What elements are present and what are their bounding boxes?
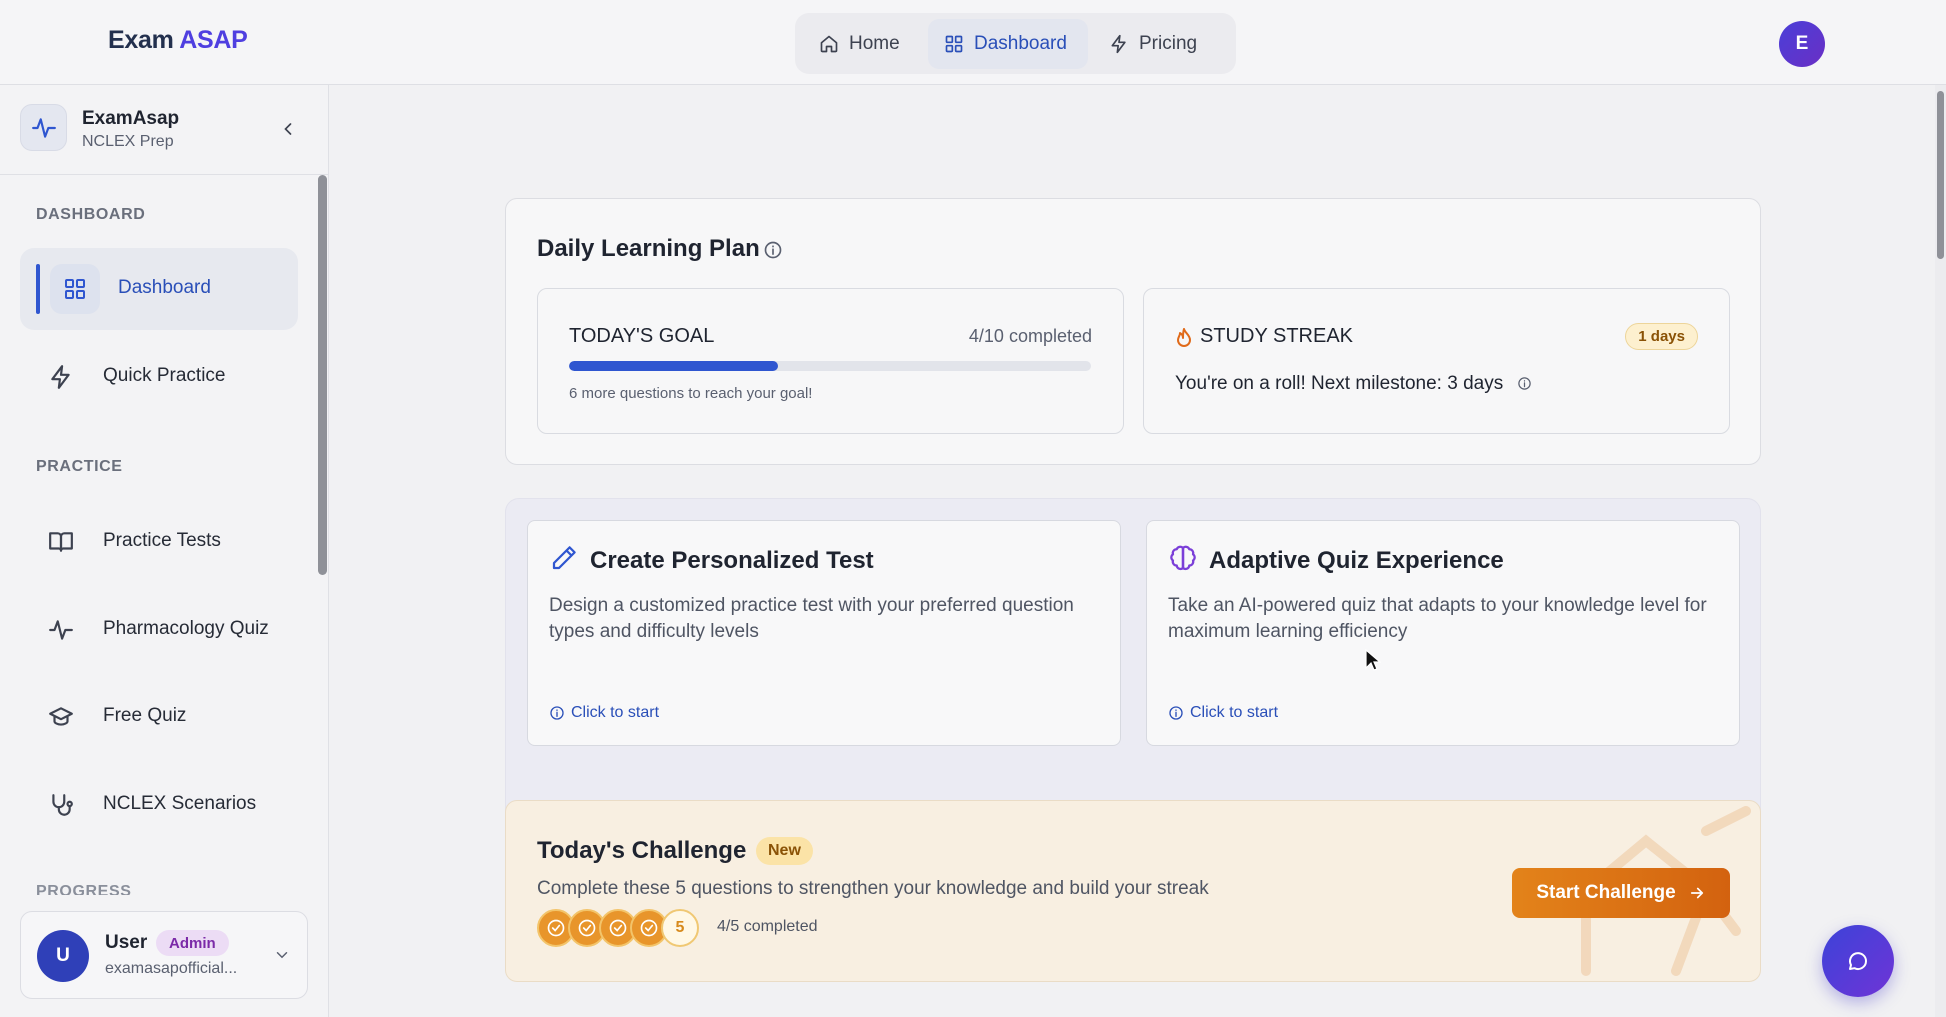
arrow-right-icon: [1688, 884, 1706, 902]
new-badge: New: [756, 837, 813, 865]
sidebar-header: ExamAsap NCLEX Prep: [0, 85, 328, 175]
start-challenge-button[interactable]: Start Challenge: [1512, 868, 1730, 918]
nav-home-label: Home: [849, 33, 900, 54]
challenge-title: Today's Challenge: [537, 837, 747, 864]
page-scrollbar[interactable]: [1935, 85, 1946, 1017]
nav-pricing-label: Pricing: [1139, 33, 1198, 54]
book-icon: [48, 529, 74, 555]
streak-message: You're on a roll! Next milestone: 3 days: [1175, 373, 1504, 394]
chat-bubble-icon: [1846, 949, 1870, 973]
home-icon: [819, 34, 839, 54]
nav-pricing[interactable]: Pricing: [1093, 19, 1228, 69]
pulse-icon: [48, 617, 74, 643]
feature-description: Design a customized practice test with y…: [549, 595, 1074, 642]
study-streak-card: STUDY STREAK 1 days You're on a roll! Ne…: [1143, 288, 1730, 434]
section-progress: PROGRESS: [36, 883, 132, 895]
feature-description: Take an AI-powered quiz that adapts to y…: [1168, 595, 1707, 642]
chevron-down-icon[interactable]: [273, 946, 291, 964]
top-navbar: Exam ASAP Home Dashboard Pricing E: [0, 0, 1946, 85]
sidebar-item-quick-practice[interactable]: Quick Practice: [20, 336, 298, 418]
section-practice: PRACTICE: [36, 458, 123, 475]
grid-icon: [50, 264, 100, 314]
button-label: Start Challenge: [1536, 882, 1676, 903]
brand-part-2: ASAP: [179, 26, 248, 54]
sidebar-item-free-quiz[interactable]: Free Quiz: [20, 676, 298, 758]
brain-icon: [1168, 543, 1198, 573]
grid-icon: [944, 34, 964, 54]
main-content: Daily Learning Plan TODAY'S GOAL 4/10 co…: [330, 85, 1935, 1017]
nav-home[interactable]: Home: [803, 19, 923, 69]
user-email: examasapofficial...: [105, 960, 238, 977]
user-name: User: [105, 932, 148, 953]
goal-progress-bar: [569, 361, 1091, 371]
info-icon[interactable]: [763, 240, 783, 260]
collapse-sidebar-button[interactable]: [278, 119, 298, 139]
profile-avatar[interactable]: E: [1779, 21, 1825, 67]
info-icon[interactable]: [1517, 376, 1532, 391]
info-icon: [549, 705, 565, 721]
lightning-icon: [1109, 34, 1129, 54]
lightning-icon: [48, 364, 74, 390]
challenge-count: 4/5 completed: [717, 918, 818, 935]
nav-dashboard[interactable]: Dashboard: [928, 19, 1088, 69]
sidebar-item-label: Pharmacology Quiz: [103, 618, 269, 639]
graduation-cap-icon: [48, 704, 74, 730]
pencil-icon: [549, 543, 579, 573]
link-label: Click to start: [571, 704, 660, 721]
daily-learning-plan: Daily Learning Plan TODAY'S GOAL 4/10 co…: [505, 198, 1761, 465]
sidebar-item-nclex-scenarios[interactable]: NCLEX Scenarios: [20, 764, 298, 846]
role-badge: Admin: [156, 930, 229, 956]
click-to-start-link[interactable]: Click to start: [1168, 704, 1278, 722]
stethoscope-icon: [48, 792, 74, 818]
flame-icon: [1175, 327, 1193, 349]
brand-logo[interactable]: Exam ASAP: [108, 26, 248, 55]
user-menu[interactable]: U User Admin examasapofficial...: [20, 911, 308, 999]
app-subtitle: NCLEX Prep: [82, 133, 174, 150]
pending-question: 5: [661, 909, 699, 947]
chat-button[interactable]: [1822, 925, 1894, 997]
sidebar-item-label: Practice Tests: [103, 530, 221, 551]
sidebar-item-dashboard[interactable]: Dashboard: [20, 248, 298, 330]
sidebar-item-label: NCLEX Scenarios: [103, 793, 257, 814]
goal-title: TODAY'S GOAL: [569, 325, 715, 347]
todays-challenge: Today's Challenge New Complete these 5 q…: [505, 800, 1761, 982]
sidebar-item-label: Dashboard: [118, 277, 211, 298]
goal-progress-fill: [569, 361, 778, 371]
challenge-description: Complete these 5 questions to strengthen…: [537, 878, 1209, 899]
mouse-cursor-icon: [1365, 649, 1381, 671]
sidebar-scrollbar[interactable]: [318, 175, 327, 575]
create-personalized-test-card[interactable]: Create Personalized Test Design a custom…: [527, 520, 1121, 746]
feature-title: Adaptive Quiz Experience: [1209, 547, 1504, 574]
adaptive-quiz-card[interactable]: Adaptive Quiz Experience Take an AI-powe…: [1146, 520, 1740, 746]
info-icon: [1168, 705, 1184, 721]
goal-hint: 6 more questions to reach your goal!: [569, 385, 813, 402]
sidebar-item-label: Free Quiz: [103, 705, 187, 726]
todays-goal-card: TODAY'S GOAL 4/10 completed 6 more quest…: [537, 288, 1124, 434]
click-to-start-link[interactable]: Click to start: [549, 704, 659, 722]
sidebar-item-label: Quick Practice: [103, 365, 226, 386]
goal-count: 4/10 completed: [968, 326, 1092, 346]
feature-title: Create Personalized Test: [590, 547, 874, 574]
pulse-icon: [31, 115, 57, 141]
active-indicator: [36, 264, 40, 314]
streak-title: STUDY STREAK: [1200, 325, 1353, 347]
scroll-thumb[interactable]: [1937, 91, 1944, 259]
sidebar-item-pharmacology-quiz[interactable]: Pharmacology Quiz: [20, 589, 298, 671]
section-dashboard: DASHBOARD: [36, 206, 146, 223]
sidebar-item-practice-tests[interactable]: Practice Tests: [20, 501, 298, 583]
brand-part-1: Exam: [108, 26, 174, 54]
app-name: ExamAsap: [82, 108, 180, 129]
sidebar: ExamAsap NCLEX Prep DASHBOARD Dashboard …: [0, 85, 329, 1017]
link-label: Click to start: [1190, 704, 1279, 721]
user-avatar: U: [37, 930, 89, 982]
streak-badge: 1 days: [1625, 323, 1698, 350]
main-nav: Home Dashboard Pricing: [795, 13, 1236, 74]
nav-dashboard-label: Dashboard: [974, 33, 1067, 54]
plan-title: Daily Learning Plan: [537, 235, 760, 262]
challenge-progress: 5: [537, 909, 699, 947]
app-logo: [20, 104, 67, 151]
